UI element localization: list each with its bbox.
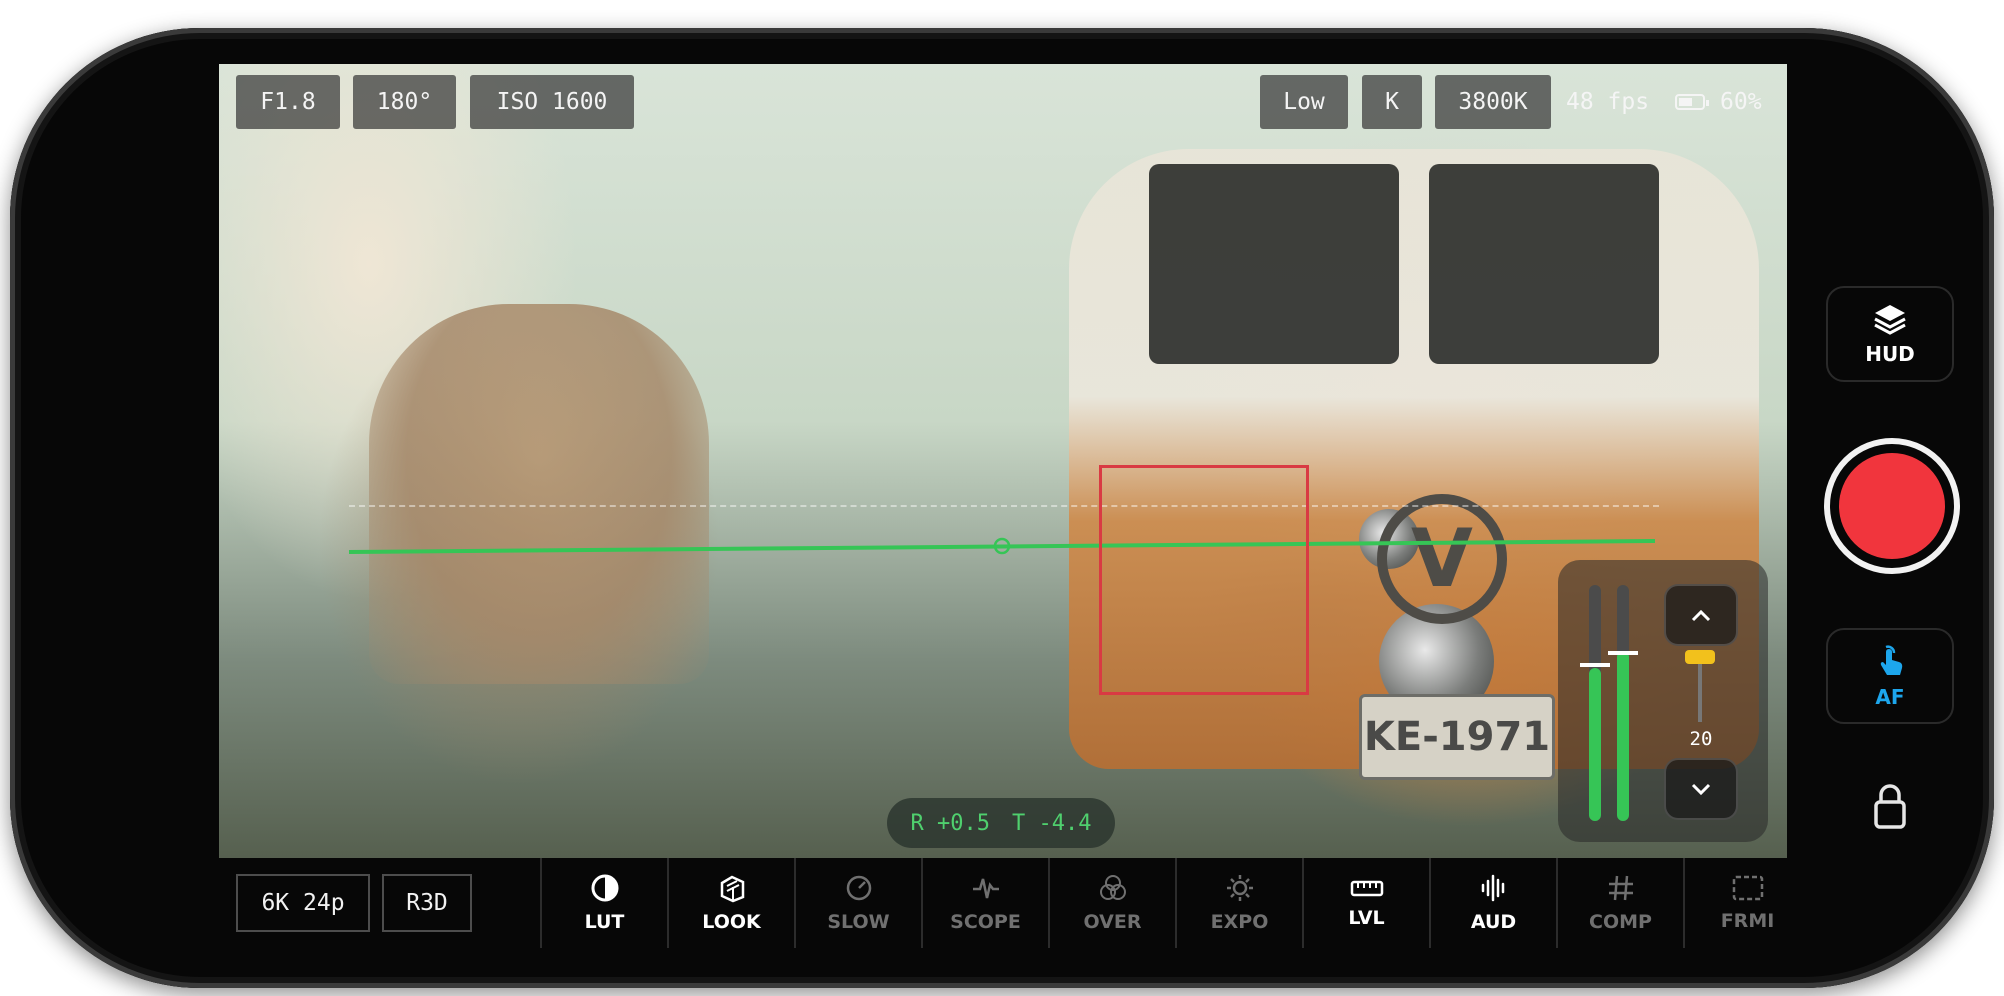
audio-meter-right: [1617, 585, 1629, 821]
audio-peak-right: [1608, 651, 1638, 655]
layers-icon: [1874, 305, 1906, 335]
overlay-circles-icon: [1099, 875, 1126, 900]
hud-button[interactable]: HUD: [1826, 286, 1954, 382]
sun-icon: [1226, 875, 1253, 901]
tool-comp[interactable]: COMP: [1556, 858, 1683, 948]
focus-box[interactable]: [1099, 465, 1309, 695]
speedometer-icon: [846, 875, 871, 901]
audio-peak-left: [1580, 663, 1610, 667]
record-button[interactable]: [1824, 438, 1960, 574]
tool-expo[interactable]: EXPO: [1175, 858, 1302, 948]
chevron-up-icon: [1691, 609, 1711, 622]
tilt-readout: T -4.4: [1012, 810, 1092, 836]
layers-cube-icon: [720, 875, 744, 903]
gain-up-button[interactable]: [1664, 584, 1738, 646]
tool-look[interactable]: LOOK: [667, 858, 794, 948]
tool-frmi[interactable]: FRMI: [1683, 858, 1776, 948]
tap-hand-icon: [1880, 645, 1903, 675]
record-dot: [1839, 453, 1945, 559]
tool-slow[interactable]: SLOW: [794, 858, 921, 948]
tool-lut[interactable]: LUT: [540, 858, 667, 948]
tool-scope[interactable]: SCOPE: [921, 858, 1048, 948]
frame-dashed-icon: [1732, 875, 1763, 901]
chevron-down-icon: [1691, 783, 1711, 796]
audio-meter-left: [1589, 585, 1601, 821]
gain-value: 20: [1689, 728, 1713, 750]
level-line: [348, 539, 1656, 554]
codec-chip[interactable]: R3D: [382, 874, 472, 932]
level-readout-pill: R +0.5 T -4.4: [887, 798, 1115, 848]
tool-lvl[interactable]: LVL: [1302, 858, 1429, 948]
hash-grid-icon: [1608, 875, 1633, 901]
resolution-fps-chip[interactable]: 6K 24p: [236, 874, 370, 932]
tool-aud[interactable]: AUD: [1429, 858, 1556, 948]
ruler-icon: [1350, 880, 1383, 897]
tool-over[interactable]: OVER: [1048, 858, 1175, 948]
waveform-icon: [972, 878, 999, 899]
gain-down-button[interactable]: [1664, 758, 1738, 820]
gain-slider-knob[interactable]: [1685, 650, 1715, 664]
audio-bars-icon: [1481, 874, 1504, 902]
contrast-icon: [591, 874, 618, 902]
lock-icon[interactable]: [1872, 782, 1908, 830]
tool-bar: LUT LOOK SLOW SCOPE OVER EXPO LVL AUD CO…: [540, 858, 1776, 948]
roll-readout: R +0.5: [910, 810, 990, 836]
af-button[interactable]: AF: [1826, 628, 1954, 724]
